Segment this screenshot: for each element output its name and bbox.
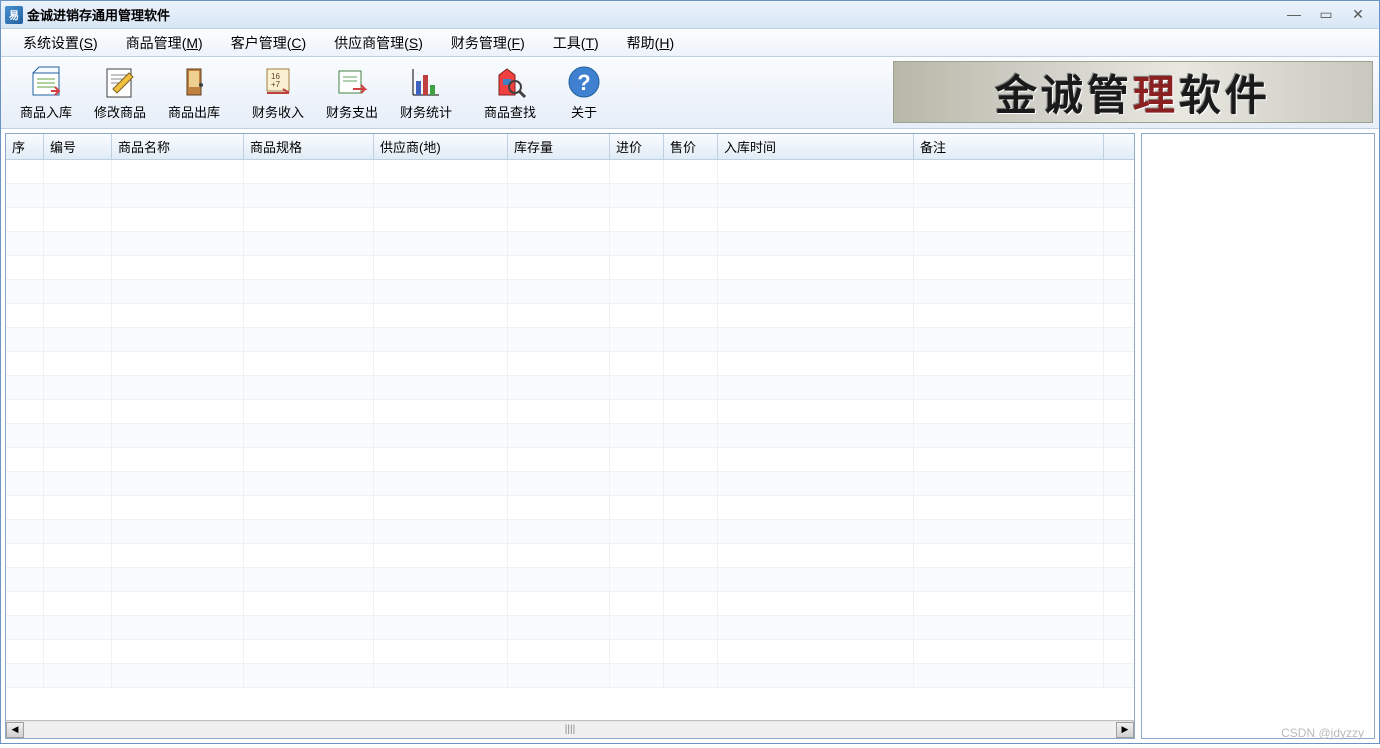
table-row[interactable]: [6, 592, 1134, 616]
table-row[interactable]: [6, 448, 1134, 472]
table-row[interactable]: [6, 496, 1134, 520]
app-window: 易 金诚进销存通用管理软件 — ▭ ✕ 系统设置(S) 商品管理(M) 客户管理…: [0, 0, 1380, 744]
scroll-left-arrow[interactable]: ◀: [6, 722, 24, 738]
table-row[interactable]: [6, 304, 1134, 328]
tool-finance-out[interactable]: 财务支出: [315, 62, 389, 124]
watermark: CSDN @jdyzzy: [1281, 726, 1364, 740]
grid-header: 序 编号 商品名称 商品规格 供应商(地) 库存量 进价 售价 入库时间 备注: [6, 134, 1134, 160]
menu-customer[interactable]: 客户管理(C): [217, 29, 320, 57]
table-row[interactable]: [6, 376, 1134, 400]
help-icon: ?: [566, 64, 602, 100]
menu-goods[interactable]: 商品管理(M): [112, 29, 217, 57]
menu-bar: 系统设置(S) 商品管理(M) 客户管理(C) 供应商管理(S) 财务管理(F)…: [1, 29, 1379, 57]
window-title: 金诚进销存通用管理软件: [27, 5, 1285, 24]
brand-banner: 金诚管理软件: [893, 61, 1373, 123]
menu-supplier[interactable]: 供应商管理(S): [320, 29, 437, 57]
table-row[interactable]: [6, 232, 1134, 256]
col-supplier[interactable]: 供应商(地): [374, 134, 508, 159]
tool-goods-in[interactable]: 商品入库: [9, 62, 83, 124]
chart-icon: [408, 64, 444, 100]
side-panel: [1141, 133, 1375, 739]
table-row[interactable]: [6, 472, 1134, 496]
table-row[interactable]: [6, 328, 1134, 352]
outbox-icon: [176, 64, 212, 100]
menu-system[interactable]: 系统设置(S): [9, 29, 112, 57]
table-row[interactable]: [6, 184, 1134, 208]
horizontal-scrollbar[interactable]: ◀ |||| ▶: [6, 720, 1134, 738]
scroll-right-arrow[interactable]: ▶: [1116, 722, 1134, 738]
table-row[interactable]: [6, 208, 1134, 232]
col-spec[interactable]: 商品规格: [244, 134, 374, 159]
menu-tools[interactable]: 工具(T): [539, 29, 613, 57]
table-row[interactable]: [6, 160, 1134, 184]
scroll-track[interactable]: ||||: [24, 722, 1116, 738]
table-row[interactable]: [6, 616, 1134, 640]
menu-help[interactable]: 帮助(H): [613, 29, 688, 57]
col-cost[interactable]: 进价: [610, 134, 664, 159]
col-name[interactable]: 商品名称: [112, 134, 244, 159]
toolbar: 商品入库 修改商品 商品出库 16+7 财务收入 财务支出 财务统计 商品查找: [1, 57, 1379, 129]
tool-goods-search[interactable]: 商品查找: [473, 62, 547, 124]
tool-goods-out[interactable]: 商品出库: [157, 62, 231, 124]
tool-goods-edit[interactable]: 修改商品: [83, 62, 157, 124]
col-seq[interactable]: 序: [6, 134, 44, 159]
table-row[interactable]: [6, 664, 1134, 688]
table-row[interactable]: [6, 640, 1134, 664]
menu-finance[interactable]: 财务管理(F): [437, 29, 539, 57]
maximize-button[interactable]: ▭: [1317, 6, 1335, 23]
close-button[interactable]: ✕: [1349, 6, 1367, 23]
svg-text:+7: +7: [271, 80, 281, 89]
ledger-in-icon: 16+7: [260, 64, 296, 100]
table-row[interactable]: [6, 520, 1134, 544]
tool-finance-stat[interactable]: 财务统计: [389, 62, 463, 124]
ledger-out-icon: [334, 64, 370, 100]
table-row[interactable]: [6, 280, 1134, 304]
svg-text:?: ?: [577, 70, 590, 95]
table-row[interactable]: [6, 544, 1134, 568]
table-row[interactable]: [6, 568, 1134, 592]
tool-about[interactable]: ? 关于: [547, 62, 621, 124]
col-intime[interactable]: 入库时间: [718, 134, 914, 159]
table-row[interactable]: [6, 400, 1134, 424]
title-bar: 易 金诚进销存通用管理软件 — ▭ ✕: [1, 1, 1379, 29]
table-row[interactable]: [6, 256, 1134, 280]
content-area: 序 编号 商品名称 商品规格 供应商(地) 库存量 进价 售价 入库时间 备注 …: [1, 129, 1379, 743]
edit-icon: [102, 64, 138, 100]
tool-finance-in[interactable]: 16+7 财务收入: [241, 62, 315, 124]
app-icon: 易: [5, 6, 23, 24]
col-note[interactable]: 备注: [914, 134, 1104, 159]
col-id[interactable]: 编号: [44, 134, 112, 159]
data-grid: 序 编号 商品名称 商品规格 供应商(地) 库存量 进价 售价 入库时间 备注 …: [5, 133, 1135, 739]
grid-body[interactable]: [6, 160, 1134, 720]
minimize-button[interactable]: —: [1285, 6, 1303, 23]
search-icon: [492, 64, 528, 100]
col-price[interactable]: 售价: [664, 134, 718, 159]
table-row[interactable]: [6, 352, 1134, 376]
table-row[interactable]: [6, 424, 1134, 448]
inbox-icon: [28, 64, 64, 100]
col-stock[interactable]: 库存量: [508, 134, 610, 159]
